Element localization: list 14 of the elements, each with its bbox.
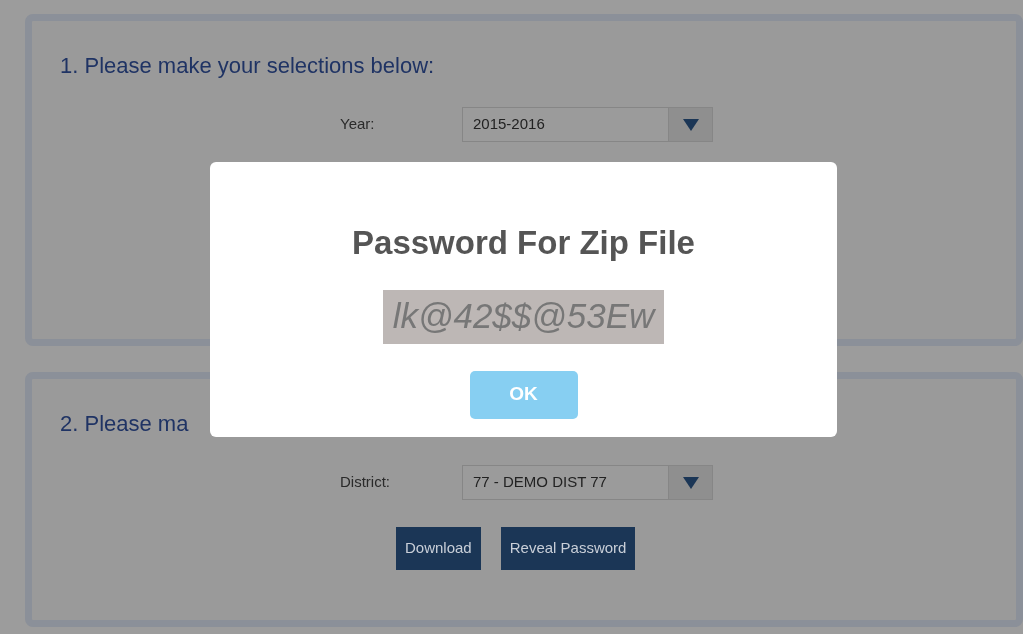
caret-icon: [682, 476, 699, 489]
section-heading: 2. Please ma: [60, 410, 189, 438]
action-button[interactable]: Reveal Password: [500, 527, 636, 570]
dropdown-value: 2015-2016: [472, 114, 546, 135]
section-heading: 1. Please make your selections below:: [60, 52, 435, 80]
caret-icon: [682, 118, 699, 131]
dropdown[interactable]: 77 - DEMO DIST 77: [462, 465, 713, 500]
dropdown[interactable]: 2015-2016: [462, 107, 713, 142]
field-label: Year:: [340, 114, 376, 135]
dropdown-value: 77 - DEMO DIST 77: [472, 472, 608, 493]
password-text: lk@42$$@53Ew: [382, 289, 665, 344]
action-button[interactable]: Download: [396, 527, 481, 570]
modal-title: Password For Zip File: [352, 223, 695, 263]
field-label: District:: [340, 472, 391, 493]
